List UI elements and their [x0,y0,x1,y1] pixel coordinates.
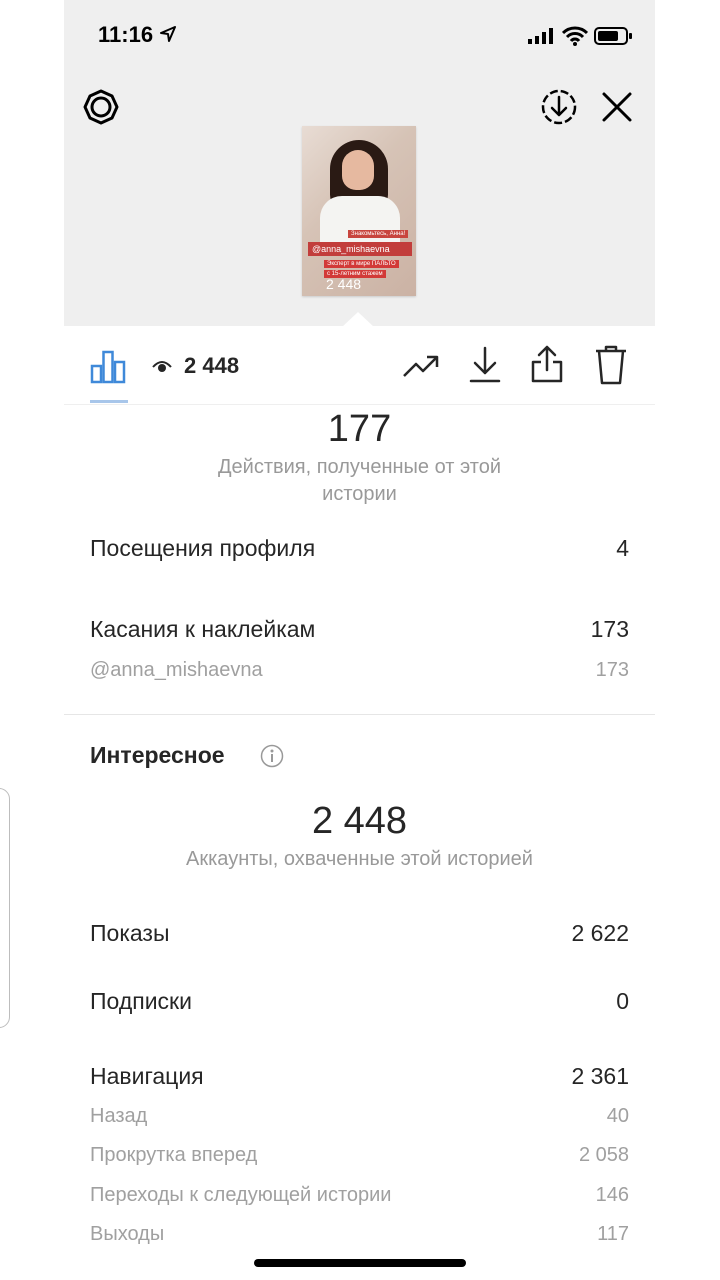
section-divider [64,714,655,715]
story-sticker-greeting: Знакомьтесь, Анна! [348,230,409,238]
story-preview-area: 11:16 Знакомьтесь, Анна! @anna_mishaevna… [64,0,655,327]
reach-total: 2 448 [311,800,408,842]
side-tab [0,788,10,1028]
trash-icon[interactable] [594,344,628,386]
impressions-value: 2 622 [571,920,629,946]
actions-caption: Действия, полученные от этой истории [217,456,501,505]
battery-icon [594,27,632,45]
home-indicator[interactable] [254,1259,466,1267]
mention-sticker-label: @anna_mishaevna [90,659,263,681]
close-icon[interactable] [600,90,634,124]
cellular-signal-icon [528,28,553,44]
download-icon[interactable] [468,346,502,384]
view-count: 2 448 [184,353,240,378]
exits-value: 117 [597,1223,629,1245]
sticker-taps-label: Касания к наклейкам [90,616,316,642]
follows-label: Подписки [90,988,192,1014]
right-margin [654,0,720,1280]
sticker-taps-value: 173 [590,616,629,642]
eye-icon [152,361,172,372]
download-circle-icon[interactable] [540,88,578,126]
promote-trend-icon[interactable] [402,350,440,382]
location-arrow-icon [160,26,176,42]
impressions-label: Показы [90,920,170,946]
profile-visits-value: 4 [616,535,629,561]
mention-sticker-value: 173 [595,659,629,681]
info-icon[interactable] [260,744,284,768]
wifi-icon [562,26,588,46]
back-label: Назад [90,1105,148,1127]
actions-total: 177 [327,408,392,450]
active-tab-indicator [90,400,128,403]
story-thumbnail[interactable]: Знакомьтесь, Анна! @anna_mishaevna Экспе… [302,126,416,296]
forward-value: 2 058 [578,1144,629,1166]
reach-caption: Аккаунты, охваченные этой историей [186,848,533,870]
share-icon[interactable] [530,344,564,384]
status-time: 11:16 [98,22,154,47]
insights-bar-chart-icon[interactable] [90,348,126,384]
settings-gear-icon[interactable] [82,88,120,126]
forward-label: Прокрутка вперед [90,1144,258,1166]
story-sticker-expert: Эксперт в мире ПАЛЬТО [324,260,399,268]
navigation-value: 2 361 [571,1063,629,1089]
next-story-value: 146 [595,1184,629,1206]
story-toolbar: 2 448 [64,326,655,405]
story-mention-sticker: @anna_mishaevna [308,242,412,256]
profile-visits-label: Посещения профиля [90,535,316,561]
left-margin [0,0,64,1280]
story-views-overlay: 2 448 [326,276,362,292]
next-story-label: Переходы к следующей истории [90,1184,392,1206]
back-value: 40 [606,1105,629,1127]
navigation-label: Навигация [90,1063,204,1089]
phone-screen: 11:16 Знакомьтесь, Анна! @anna_mishaevna… [64,0,655,1280]
exits-label: Выходы [90,1223,165,1245]
discovery-title: Интересное [90,742,225,768]
follows-value: 0 [616,988,629,1014]
thumbnail-pointer [342,312,374,327]
